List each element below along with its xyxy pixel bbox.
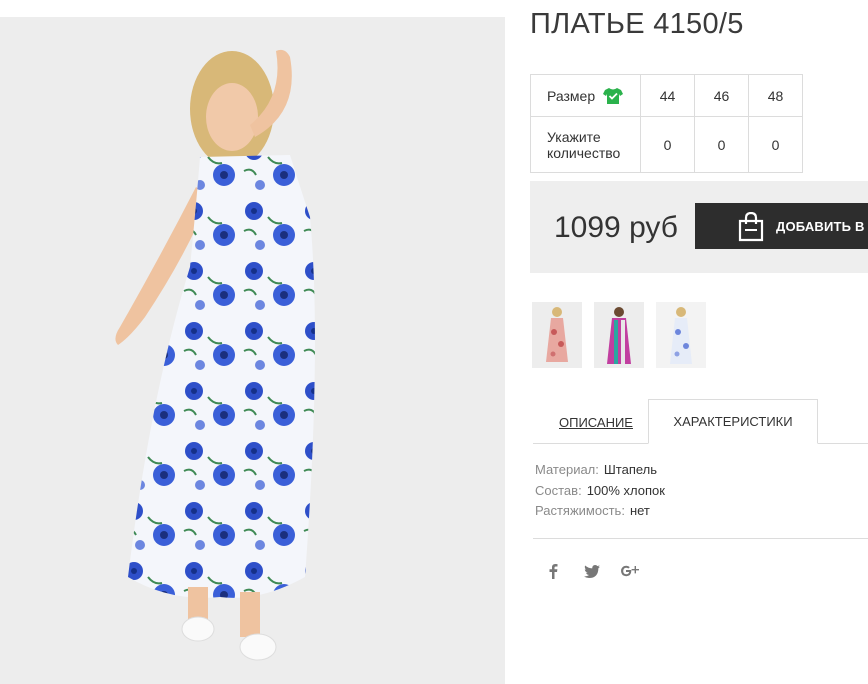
spec-row: Состав: 100% хлопок	[535, 483, 665, 498]
google-plus-icon[interactable]	[620, 560, 640, 582]
spec-value: Штапель	[603, 462, 658, 477]
quantity-input-46[interactable]: 0	[694, 116, 749, 173]
thumbnail-1[interactable]	[532, 302, 582, 368]
facebook-icon[interactable]	[545, 560, 561, 582]
spec-key: Растяжимость:	[535, 503, 625, 518]
size-option-46[interactable]: 46	[694, 74, 749, 117]
quantity-input-48[interactable]: 0	[748, 116, 803, 173]
spec-key: Материал:	[535, 462, 599, 477]
shirt-icon[interactable]	[603, 87, 624, 105]
add-to-cart-button[interactable]: ДОБАВИТЬ В ЗАКАЗ	[695, 203, 868, 249]
quantity-row: Укажите количество 0 0 0	[530, 116, 803, 173]
share-divider	[533, 538, 868, 539]
product-title: ПЛАТЬЕ 4150/5	[530, 8, 744, 40]
spec-row: Растяжимость: нет	[535, 503, 650, 518]
quantity-label-line1: Укажите	[547, 128, 601, 145]
dress-photo-illustration	[115, 49, 315, 661]
twitter-icon[interactable]	[583, 560, 601, 582]
tab-description[interactable]: ОПИСАНИЕ	[559, 415, 633, 430]
price: 1099 руб	[554, 211, 678, 244]
price-box: 1099 руб ДОБАВИТЬ В ЗАКАЗ	[530, 181, 868, 273]
spec-row: Материал: Штапель	[535, 462, 657, 477]
size-row: Размер 44 46 48	[530, 74, 803, 117]
spec-key: Состав:	[535, 483, 582, 498]
thumbnail-3[interactable]	[656, 302, 706, 368]
tab-characteristics[interactable]: ХАРАКТЕРИСТИКИ	[648, 399, 818, 444]
spec-value: нет	[629, 503, 650, 518]
quantity-label-cell: Укажите количество	[530, 116, 641, 173]
size-table: Размер 44 46 48 Укажите количество 0 0 0	[530, 74, 803, 173]
add-to-cart-label: ДОБАВИТЬ В ЗАКАЗ	[776, 219, 868, 234]
spec-value: 100% хлопок	[586, 483, 665, 498]
quantity-input-44[interactable]: 0	[640, 116, 695, 173]
size-option-44[interactable]: 44	[640, 74, 695, 117]
thumbnail-2[interactable]	[594, 302, 644, 368]
shopping-bag-icon	[737, 211, 765, 242]
size-option-48[interactable]: 48	[748, 74, 803, 117]
size-label-cell: Размер	[530, 74, 641, 117]
size-label: Размер	[547, 87, 596, 104]
product-main-image[interactable]	[0, 17, 505, 684]
quantity-label-line2: количество	[547, 144, 621, 161]
